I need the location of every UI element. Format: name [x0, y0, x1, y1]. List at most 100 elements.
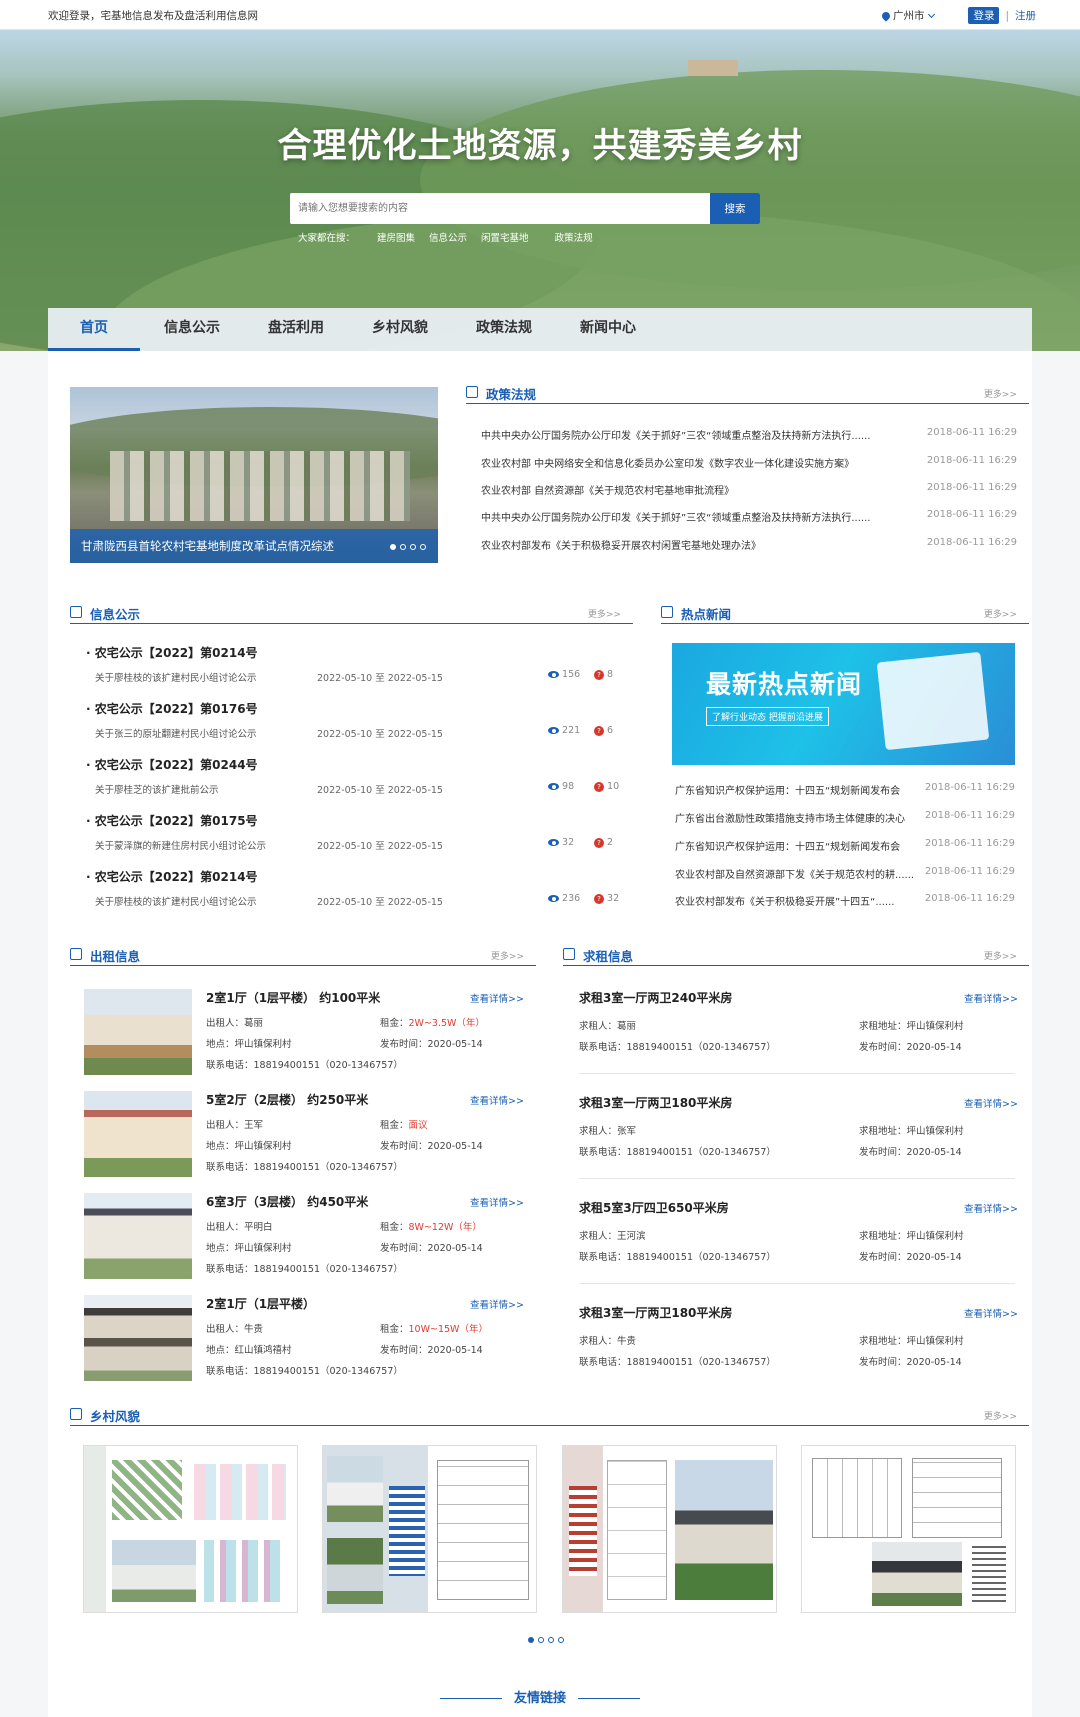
view-details-link[interactable]: 查看详情>> — [470, 1195, 524, 1209]
city-selector[interactable]: 广州市 — [880, 8, 939, 23]
nav-notices[interactable]: 信息公示 — [140, 308, 244, 351]
rent-title[interactable]: 5室2厅（2层楼） 约250平米 — [206, 1091, 368, 1108]
rent-place: 地点：红山镇鸿禧村 — [206, 1342, 292, 1356]
notice-title[interactable]: · 农宅公示【2022】第0244号 — [86, 756, 258, 773]
view-details-link[interactable]: 查看详情>> — [470, 1093, 524, 1107]
village-image[interactable] — [322, 1445, 537, 1613]
list-item[interactable]: 农业农村部及自然资源部下发《关于规范农村的耕...... 2018-06-11 1… — [675, 866, 1015, 881]
rent-photo[interactable] — [84, 1295, 192, 1381]
hot-item[interactable]: 闲置宅基地 — [481, 230, 529, 244]
rent-title[interactable]: 6室3厅（3层楼） 约450平米 — [206, 1193, 368, 1210]
value: 2020-05-14 — [906, 1147, 962, 1158]
gallery-dot[interactable] — [538, 1637, 544, 1643]
more-link[interactable]: 更多>> — [984, 949, 1017, 962]
view-details-link[interactable]: 查看详情>> — [964, 1096, 1018, 1110]
top-bar: 欢迎登录，宅基地信息发布及盘活利用信息网 广州市 登录 | 注册 — [0, 0, 1080, 30]
rent-title[interactable]: 2室1厅（1层平楼） — [206, 1295, 315, 1312]
carousel-dot[interactable] — [420, 544, 426, 550]
list-item[interactable]: 农业农村部发布《关于积极稳妥开展农村闲置宅基地处理办法》 2018-06-11 1… — [481, 537, 1017, 552]
nav-home[interactable]: 首页 — [48, 308, 140, 351]
views-count: 98 — [548, 781, 574, 792]
rent-place: 地点：坪山镇保利村 — [206, 1036, 292, 1050]
village-image[interactable] — [801, 1445, 1016, 1613]
seek-title[interactable]: 求租3室一厅两卫180平米房 — [579, 1304, 732, 1321]
view-details-link[interactable]: 查看详情>> — [964, 991, 1018, 1005]
main-content: 甘肃陇西县首轮农村宅基地制度改革试点情况综述 政策法规 更多>> 中共中央办公厅… — [48, 351, 1032, 1717]
rent-title[interactable]: 2室1厅（1层平楼） 约100平米 — [206, 989, 380, 1006]
carousel-dot[interactable] — [390, 544, 396, 550]
login-button[interactable]: 登录 — [968, 7, 1000, 24]
value: 牛贵 — [244, 1324, 264, 1335]
gallery-dot[interactable] — [558, 1637, 564, 1643]
hotnews-text: 农业农村部发布《关于积极稳妥开展”十四五“...... — [675, 897, 895, 908]
list-item[interactable]: 农业农村部发布《关于积极稳妥开展”十四五“...... 2018-06-11 16… — [675, 893, 1015, 908]
rent-price: 租金：8W~12W（年） — [380, 1219, 482, 1233]
list-item[interactable]: 中共中央办公厅国务院办公厅印发《关于抓好”三农“领域重点整治及扶持新方法执行..… — [481, 427, 1017, 442]
village-header: 乡村风貌 更多>> — [70, 1404, 1029, 1426]
seek-phone: 联系电话：18819400151（020-1346757） — [579, 1039, 776, 1053]
seek-title[interactable]: 求租3室一厅两卫240平米房 — [579, 989, 732, 1006]
register-link[interactable]: 注册 — [1015, 8, 1036, 23]
questions-value: 32 — [607, 893, 620, 904]
hot-item[interactable]: 信息公示 — [429, 230, 467, 244]
hotnews-panel — [876, 651, 990, 751]
rent-photo[interactable] — [84, 1091, 192, 1177]
questions-value: 2 — [607, 837, 614, 848]
chevron-down-icon — [928, 10, 936, 18]
label: 联系电话： — [579, 1357, 627, 1368]
gallery-panel — [569, 1486, 597, 1576]
view-details-link[interactable]: 查看详情>> — [470, 991, 524, 1005]
value: 坪山镇保利村 — [906, 1126, 964, 1137]
view-details-link[interactable]: 查看详情>> — [470, 1297, 524, 1311]
news-carousel[interactable]: 甘肃陇西县首轮农村宅基地制度改革试点情况综述 — [70, 387, 438, 563]
more-link[interactable]: 更多>> — [588, 607, 621, 620]
notice-title[interactable]: · 农宅公示【2022】第0214号 — [86, 868, 258, 885]
search-input[interactable] — [290, 193, 710, 224]
village-image[interactable] — [562, 1445, 777, 1613]
search-button[interactable]: 搜索 — [710, 193, 760, 224]
rent-photo[interactable] — [84, 1193, 192, 1279]
list-item[interactable]: 广东省知识产权保护运用：十四五“规划新闻发布会 2018-06-11 16:29 — [675, 838, 1015, 853]
view-details-link[interactable]: 查看详情>> — [964, 1201, 1018, 1215]
value: 王军 — [244, 1120, 264, 1131]
seek-title[interactable]: 求租5室3厅四卫650平米房 — [579, 1199, 729, 1216]
label: 租金： — [380, 1018, 409, 1029]
list-item[interactable]: 中共中央办公厅国务院办公厅印发《关于抓好”三农“领域重点整治及扶持新方法执行..… — [481, 509, 1017, 524]
list-item[interactable]: 广东省知识产权保护运用：十四五“规划新闻发布会 2018-06-11 16:29 — [675, 782, 1015, 797]
nav-policy[interactable]: 政策法规 — [452, 308, 556, 351]
rent-owner: 出租人：葛丽 — [206, 1015, 263, 1029]
hotnews-image[interactable]: 最新热点新闻 了解行业动态 把握前沿进展 — [672, 643, 1015, 765]
nav-news[interactable]: 新闻中心 — [556, 308, 660, 351]
hot-item[interactable]: 建房图集 — [377, 230, 415, 244]
view-details-link[interactable]: 查看详情>> — [964, 1306, 1018, 1320]
seek-address: 求租地址：坪山镇保利村 — [859, 1018, 964, 1032]
nav-village[interactable]: 乡村风貌 — [348, 308, 452, 351]
seek-renter: 求租人：王河滨 — [579, 1228, 646, 1242]
carousel-dot[interactable] — [400, 544, 406, 550]
rent-time: 发布时间：2020-05-14 — [380, 1240, 483, 1254]
more-link[interactable]: 更多>> — [984, 607, 1017, 620]
more-link[interactable]: 更多>> — [984, 1409, 1017, 1422]
house-icon — [70, 948, 82, 960]
list-item[interactable]: 农业农村部 中央网络安全和信息化委员办公室印发《数字农业一体化建设实施方案》 20… — [481, 455, 1017, 470]
village-image[interactable] — [83, 1445, 298, 1613]
seek-title[interactable]: 求租3室一厅两卫180平米房 — [579, 1094, 732, 1111]
hot-item[interactable]: 政策法规 — [555, 230, 593, 244]
notice-title[interactable]: · 农宅公示【2022】第0175号 — [86, 812, 258, 829]
views-value: 98 — [562, 781, 575, 792]
notice-title[interactable]: · 农宅公示【2022】第0214号 — [86, 644, 258, 661]
carousel-dot[interactable] — [410, 544, 416, 550]
gallery-dot[interactable] — [528, 1637, 534, 1643]
list-item[interactable]: 广东省出台激励性政策措施支持市场主体健康的决心 2018-06-11 16:29 — [675, 810, 1015, 825]
notice-title[interactable]: · 农宅公示【2022】第0176号 — [86, 700, 258, 717]
rent-photo[interactable] — [84, 989, 192, 1075]
policy-date: 2018-06-11 16:29 — [926, 482, 1017, 493]
more-link[interactable]: 更多>> — [984, 387, 1017, 400]
list-item[interactable]: 农业农村部 自然资源部《关于规范农村宅基地审批流程》 2018-06-11 16:… — [481, 482, 1017, 497]
value: 10W~15W（年） — [408, 1324, 488, 1335]
house-search-icon — [563, 948, 575, 960]
gallery-dot[interactable] — [548, 1637, 554, 1643]
nav-revitalize[interactable]: 盘活利用 — [244, 308, 348, 351]
more-link[interactable]: 更多>> — [491, 949, 524, 962]
value: 18819400151（020-1346757） — [626, 1147, 776, 1158]
